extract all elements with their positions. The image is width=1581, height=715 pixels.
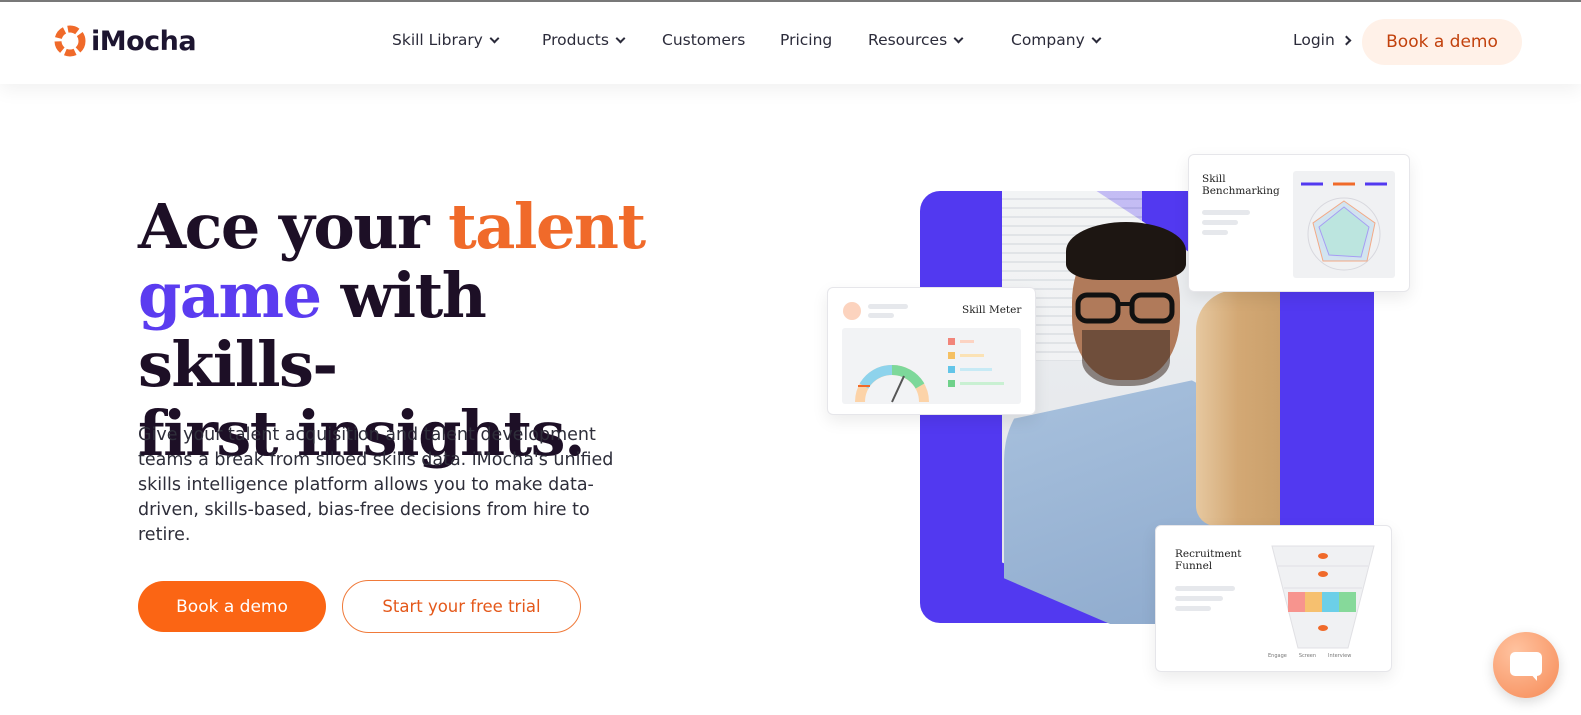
chat-bubble-tail [1529, 672, 1537, 681]
imocha-logo-icon [54, 25, 86, 57]
placeholder-line [1175, 586, 1235, 591]
funnel-legend: Engage Screen Interview [1268, 653, 1351, 659]
skill-benchmarking-title: Skill Benchmarking [1202, 173, 1280, 197]
skill-meter-title: Skill Meter [962, 304, 1022, 316]
chat-widget-button[interactable] [1493, 632, 1559, 698]
login-link[interactable]: Login [1293, 31, 1352, 49]
nav-resources[interactable]: Resources [868, 31, 964, 49]
logo-text: iMocha [91, 25, 197, 57]
site-header: iMocha Skill Library Products Customers … [0, 2, 1581, 84]
second-person-hair [1196, 290, 1280, 526]
nav-skill-library-label: Skill Library [392, 31, 483, 49]
chevron-down-icon [489, 33, 500, 43]
chevron-down-icon [615, 33, 626, 43]
person-hair [1066, 222, 1186, 280]
person-beard [1082, 330, 1170, 386]
chevron-down-icon [953, 33, 964, 43]
avatar [843, 302, 861, 320]
nav-skill-library[interactable]: Skill Library [392, 31, 500, 49]
funnel-legend-interview: Interview [1328, 653, 1352, 659]
nav-pricing-label: Pricing [780, 31, 833, 49]
placeholder-line [1175, 596, 1223, 601]
nav-company-label: Company [1011, 31, 1085, 49]
header-book-demo-button[interactable]: Book a demo [1362, 19, 1522, 65]
chevron-right-icon [1341, 35, 1352, 45]
radar-chart-panel [1293, 171, 1395, 278]
nav-products-label: Products [542, 31, 609, 49]
chevron-down-icon [1091, 33, 1102, 43]
skill-benchmarking-card: Skill Benchmarking [1188, 154, 1410, 292]
funnel-legend-engage: Engage [1268, 653, 1287, 659]
hero-description: Give your talent acquisition and talent … [138, 425, 614, 545]
funnel-legend-screen: Screen [1298, 653, 1317, 659]
funnel-chart-icon [1271, 545, 1375, 649]
glasses-icon [1075, 292, 1175, 324]
hero-title-part1: Ace your [138, 190, 449, 263]
book-demo-button[interactable]: Book a demo [138, 581, 326, 632]
recruitment-funnel-card: Recruitment Funnel Engage Screen Intervi… [1155, 525, 1392, 672]
nav-customers[interactable]: Customers [662, 31, 745, 49]
nav-company[interactable]: Company [1011, 31, 1102, 49]
placeholder-line [1202, 220, 1238, 225]
nav-customers-label: Customers [662, 31, 746, 49]
placeholder-line [1202, 210, 1250, 215]
nav-products[interactable]: Products [542, 31, 626, 49]
gauge-chart-icon [855, 338, 1004, 403]
login-label: Login [1293, 31, 1335, 49]
hero-title-accent-talent: talent [448, 190, 646, 263]
placeholder-line [1202, 230, 1228, 235]
nav-resources-label: Resources [868, 31, 948, 49]
placeholder-line [868, 304, 908, 309]
placeholder-line [868, 313, 894, 318]
radar-chart-icon [1301, 182, 1387, 271]
chat-bubble-icon [1510, 652, 1542, 676]
recruitment-funnel-title: Recruitment Funnel [1175, 548, 1242, 572]
imocha-logo[interactable]: iMocha [53, 24, 197, 58]
free-trial-button[interactable]: Start your free trial [342, 580, 581, 633]
placeholder-line [1175, 606, 1211, 611]
hero-title-accent-game: game [138, 259, 322, 332]
skill-meter-card: Skill Meter [827, 287, 1036, 415]
nav-pricing[interactable]: Pricing [780, 31, 832, 49]
skill-meter-panel [842, 328, 1021, 404]
